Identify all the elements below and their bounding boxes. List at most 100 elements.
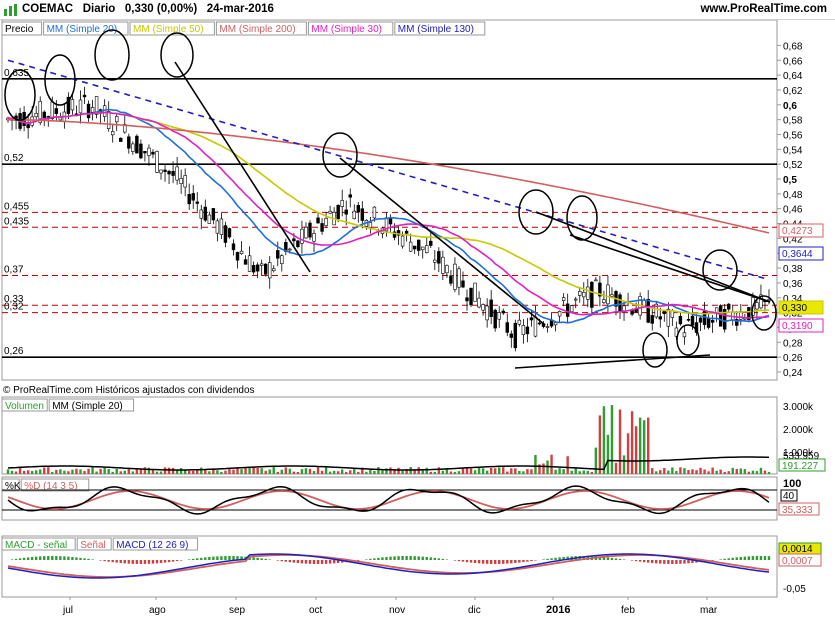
- candle: [678, 315, 683, 325]
- candle: [344, 209, 348, 215]
- candle: [590, 281, 594, 308]
- candle: [46, 116, 50, 118]
- candle: [706, 317, 711, 328]
- candle: [247, 255, 252, 272]
- candle: [755, 302, 759, 310]
- candle: [372, 206, 377, 219]
- macd-badge: 0,0014: [782, 544, 813, 555]
- candle: [259, 263, 264, 266]
- y-tick-label: 0,54: [783, 145, 803, 156]
- candle: [421, 246, 425, 251]
- candle: [143, 151, 147, 154]
- candle: [356, 205, 361, 213]
- candle: [187, 194, 191, 205]
- candle: [658, 316, 662, 320]
- candle: [211, 208, 216, 221]
- volume-y-tick: 3.000k: [783, 402, 814, 413]
- candle: [163, 169, 167, 172]
- candle: [90, 107, 95, 113]
- candle: [565, 303, 570, 317]
- x-tick-label: nov: [389, 605, 405, 616]
- copyright-text: © ProRealTime.com Históricos ajustados c…: [3, 385, 255, 396]
- candle: [255, 264, 260, 272]
- candle: [670, 310, 675, 318]
- candle: [368, 222, 373, 228]
- x-tick-label: dic: [468, 605, 481, 616]
- candle: [78, 99, 83, 114]
- candle: [316, 217, 320, 224]
- chart-canvas[interactable]: Precio MM (Simple 20) MM (Simple 50) MM (Si…: [0, 20, 835, 620]
- candle: [175, 166, 179, 181]
- volume-badge: 191.227: [782, 461, 819, 472]
- candle: [718, 305, 723, 327]
- candle: [191, 193, 195, 201]
- candle: [203, 206, 208, 221]
- header-bar: COEMAC Diario 0,330 (0,00%) 24-mar-2016 …: [0, 0, 835, 20]
- y-tick-label: 0,48: [783, 190, 803, 201]
- macd-legend-item: Señal: [80, 540, 106, 551]
- candle: [497, 312, 501, 320]
- candle: [437, 251, 441, 264]
- macd-y-tick: -0,05: [783, 584, 806, 595]
- candle: [135, 135, 139, 154]
- candle: [485, 305, 489, 321]
- y-tick-label: 0,5: [783, 175, 797, 186]
- x-tick-label: feb: [621, 605, 635, 616]
- candle: [457, 268, 461, 288]
- level-label: 0,52: [4, 153, 24, 164]
- candle: [179, 178, 183, 184]
- y-tick-label: 0,52: [783, 160, 803, 171]
- candle: [195, 201, 199, 204]
- candle: [183, 175, 187, 188]
- level-label: 0,455: [4, 201, 29, 212]
- y-tick-label: 0,56: [783, 130, 803, 141]
- candle: [54, 108, 59, 115]
- candle: [429, 240, 433, 246]
- candle: [433, 259, 437, 263]
- candle: [453, 263, 457, 290]
- x-tick-label: mar: [700, 605, 718, 616]
- stoch-y-tick: 100: [783, 478, 801, 490]
- y-tick-label: 0,46: [783, 205, 803, 216]
- candle: [26, 124, 30, 129]
- candle: [767, 299, 771, 301]
- candle: [493, 309, 497, 329]
- candle: [521, 325, 526, 335]
- candle: [115, 116, 119, 123]
- level-label: 0,435: [4, 216, 29, 227]
- chart-header: COEMAC Diario 0,330 (0,00%) 24-mar-2016: [22, 3, 274, 15]
- candle: [449, 275, 453, 284]
- candle: [537, 322, 542, 325]
- candle: [151, 151, 155, 155]
- price-badge-label: 0,4273: [782, 226, 813, 237]
- candle: [320, 223, 324, 232]
- candle: [106, 111, 111, 129]
- candle: [312, 233, 316, 242]
- candle: [50, 101, 55, 119]
- candle: [582, 291, 586, 298]
- symbol-name: COEMAC: [22, 3, 74, 15]
- legend-item-5: MM (Simple 130): [398, 24, 474, 35]
- candle: [131, 143, 135, 152]
- site-url[interactable]: www.ProRealTime.com: [700, 3, 827, 15]
- candle: [219, 218, 224, 235]
- candle: [263, 263, 268, 275]
- candle: [698, 317, 703, 323]
- candle: [574, 298, 578, 301]
- x-tick-label: ago: [149, 605, 166, 616]
- candle: [727, 303, 731, 310]
- candle: [272, 268, 276, 272]
- legend-item-2: MM (Simple 50): [133, 24, 204, 35]
- candle: [501, 310, 505, 314]
- candle: [276, 250, 280, 259]
- y-tick-label: 0,58: [783, 116, 803, 127]
- candle: [682, 332, 687, 338]
- candle: [412, 245, 417, 250]
- candle: [686, 319, 691, 321]
- candle: [223, 225, 228, 243]
- candle: [594, 279, 598, 282]
- candle: [461, 280, 465, 288]
- candle: [465, 297, 469, 302]
- stoch-badge: 40: [783, 491, 795, 502]
- x-tick-label: 2016: [546, 604, 570, 616]
